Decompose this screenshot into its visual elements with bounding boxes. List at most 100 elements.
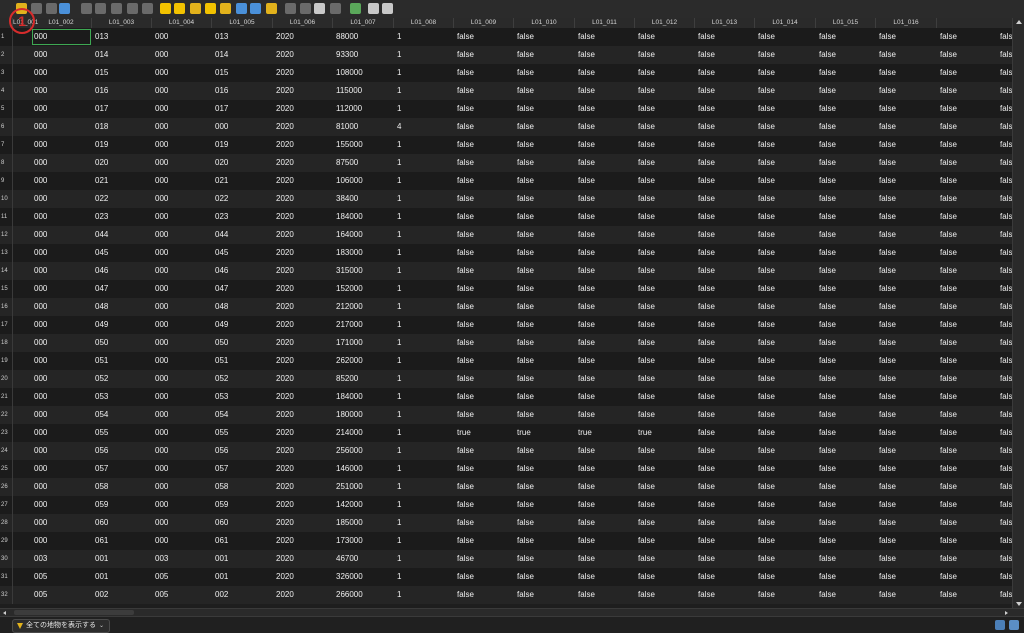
table-cell[interactable]: 326000 [333, 568, 394, 586]
table-cell[interactable]: false [514, 190, 575, 208]
table-cell[interactable]: false [514, 82, 575, 100]
table-cell[interactable]: false [514, 442, 575, 460]
table-cell[interactable]: false [816, 136, 876, 154]
table-cell[interactable]: false [816, 568, 876, 586]
table-cell[interactable]: 000 [31, 334, 92, 352]
table-cell[interactable]: false [575, 244, 635, 262]
table-cell[interactable]: 013 [92, 28, 152, 46]
table-cell[interactable]: false [816, 442, 876, 460]
table-cell[interactable]: 045 [92, 244, 152, 262]
table-cell[interactable]: 2020 [273, 280, 333, 298]
table-cell[interactable]: 171000 [333, 334, 394, 352]
table-cell[interactable]: 183000 [333, 244, 394, 262]
filter-selection-icon[interactable] [220, 3, 231, 14]
table-cell[interactable]: false [514, 370, 575, 388]
table-cell[interactable]: 000 [31, 496, 92, 514]
table-cell[interactable]: false [695, 226, 755, 244]
table-cell[interactable]: 315000 [333, 262, 394, 280]
table-cell[interactable]: false [997, 316, 1012, 334]
table-cell[interactable]: false [816, 190, 876, 208]
row-number[interactable]: 11 [0, 208, 13, 226]
table-cell[interactable]: 1 [394, 514, 454, 532]
table-cell[interactable]: false [454, 280, 514, 298]
row-number[interactable]: 7 [0, 136, 13, 154]
table-cell[interactable]: 2020 [273, 64, 333, 82]
row-number[interactable]: 16 [0, 298, 13, 316]
table-cell[interactable]: 000 [31, 532, 92, 550]
table-cell[interactable]: 000 [152, 64, 212, 82]
table-cell[interactable]: false [454, 298, 514, 316]
table-cell[interactable]: 000 [31, 46, 92, 64]
table-cell[interactable]: false [454, 244, 514, 262]
table-cell[interactable]: 000 [152, 154, 212, 172]
table-cell[interactable]: false [937, 208, 997, 226]
table-cell[interactable]: false [695, 496, 755, 514]
table-cell[interactable]: 152000 [333, 280, 394, 298]
row-number[interactable]: 24 [0, 442, 13, 460]
table-cell[interactable]: 2020 [273, 244, 333, 262]
table-cell[interactable]: false [454, 388, 514, 406]
table-cell[interactable]: 000 [31, 478, 92, 496]
table-cell[interactable]: 2020 [273, 118, 333, 136]
table-cell[interactable]: false [816, 46, 876, 64]
table-cell[interactable]: false [937, 424, 997, 442]
column-header-l01_010[interactable]: L01_010 [514, 18, 575, 28]
table-cell[interactable]: 2020 [273, 334, 333, 352]
table-cell[interactable]: 000 [31, 136, 92, 154]
table-cell[interactable]: 87500 [333, 154, 394, 172]
table-cell[interactable]: 000 [31, 208, 92, 226]
table-cell[interactable]: false [514, 46, 575, 64]
table-cell[interactable]: false [635, 388, 695, 406]
table-cell[interactable]: false [575, 136, 635, 154]
table-cell[interactable]: 1 [394, 478, 454, 496]
table-cell[interactable]: false [755, 136, 816, 154]
column-header-l01_008[interactable]: L01_008 [394, 18, 454, 28]
table-cell[interactable]: 000 [31, 226, 92, 244]
table-cell[interactable]: 1 [394, 388, 454, 406]
row-number[interactable]: 2 [0, 46, 13, 64]
table-cell[interactable]: false [454, 154, 514, 172]
table-cell[interactable]: false [575, 496, 635, 514]
table-cell[interactable]: false [937, 334, 997, 352]
table-cell[interactable]: false [937, 460, 997, 478]
table-cell[interactable]: false [876, 136, 937, 154]
table-cell[interactable]: false [755, 550, 816, 568]
table-cell[interactable]: false [514, 496, 575, 514]
table-cell[interactable]: 164000 [333, 226, 394, 244]
table-cell[interactable]: 000 [152, 496, 212, 514]
table-cell[interactable]: 058 [92, 478, 152, 496]
table-cell[interactable]: false [876, 244, 937, 262]
save-edits-icon[interactable] [46, 3, 57, 14]
table-cell[interactable]: false [635, 496, 695, 514]
table-cell[interactable]: 108000 [333, 64, 394, 82]
table-cell[interactable]: 015 [92, 64, 152, 82]
table-cell[interactable]: 056 [212, 442, 273, 460]
table-cell[interactable]: 052 [92, 370, 152, 388]
table-cell[interactable]: false [816, 82, 876, 100]
table-cell[interactable]: false [575, 460, 635, 478]
table-cell[interactable]: 001 [92, 568, 152, 586]
table-cell[interactable]: 056 [92, 442, 152, 460]
table-cell[interactable]: 155000 [333, 136, 394, 154]
table-cell[interactable]: 000 [31, 172, 92, 190]
table-cell[interactable]: 059 [92, 496, 152, 514]
table-cell[interactable]: false [755, 406, 816, 424]
table-cell[interactable]: 016 [212, 82, 273, 100]
table-cell[interactable]: false [695, 586, 755, 604]
column-header-l01_015[interactable]: L01_015 [816, 18, 876, 28]
table-cell[interactable]: 2020 [273, 550, 333, 568]
table-cell[interactable]: false [635, 82, 695, 100]
table-cell[interactable]: false [635, 262, 695, 280]
table-cell[interactable]: false [876, 154, 937, 172]
row-number[interactable]: 12 [0, 226, 13, 244]
table-cell[interactable]: 1 [394, 136, 454, 154]
table-cell[interactable]: 000 [152, 100, 212, 118]
table-cell[interactable]: false [454, 496, 514, 514]
table-cell[interactable]: false [454, 460, 514, 478]
table-cell[interactable]: 000 [152, 46, 212, 64]
table-cell[interactable]: 054 [92, 406, 152, 424]
table-cell[interactable]: false [695, 190, 755, 208]
table-cell[interactable]: false [876, 82, 937, 100]
table-cell[interactable]: false [454, 550, 514, 568]
table-cell[interactable]: false [755, 388, 816, 406]
